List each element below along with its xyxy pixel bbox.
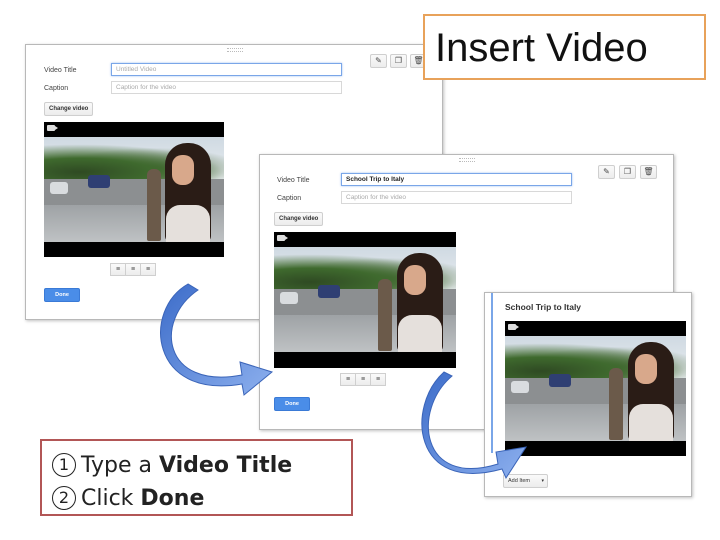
instruction-step-2: 2 Click Done bbox=[52, 482, 341, 515]
trash-icon[interactable]: 🗑 bbox=[640, 165, 657, 179]
alignment-controls: ≡ ≡ ≡ bbox=[110, 263, 156, 276]
video-title-input[interactable]: Untitled Video bbox=[111, 63, 342, 76]
video-title-label: Video Title bbox=[277, 177, 310, 184]
align-left-icon[interactable]: ≡ bbox=[340, 373, 356, 386]
drag-handle[interactable] bbox=[459, 158, 475, 162]
align-center-icon[interactable]: ≡ bbox=[355, 373, 371, 386]
caption-label: Caption bbox=[277, 195, 302, 202]
done-button[interactable]: Done bbox=[44, 288, 80, 302]
align-left-icon[interactable]: ≡ bbox=[110, 263, 126, 276]
video-camera-icon bbox=[277, 235, 288, 241]
pencil-icon[interactable]: ✎ bbox=[598, 165, 615, 179]
change-video-button[interactable]: Change video bbox=[274, 212, 324, 226]
video-title-label: Video Title bbox=[44, 67, 77, 74]
published-video-player[interactable] bbox=[505, 321, 686, 456]
caption-label: Caption bbox=[44, 85, 69, 92]
slide-title: Insert Video bbox=[435, 26, 648, 70]
step-number-1: 1 bbox=[52, 453, 76, 477]
video-camera-icon bbox=[508, 324, 519, 330]
step-2-bold: Done bbox=[140, 486, 205, 511]
step-number-2: 2 bbox=[52, 486, 76, 510]
step-1-text: Type a bbox=[81, 453, 159, 478]
alignment-controls: ≡ ≡ ≡ bbox=[340, 373, 386, 386]
change-video-button[interactable]: Change video bbox=[44, 102, 94, 116]
copy-icon[interactable]: ❐ bbox=[619, 165, 636, 179]
instructions-box: 1 Type a Video Title 2 Click Done bbox=[40, 439, 353, 516]
curved-arrow-icon bbox=[160, 283, 274, 396]
video-thumbnail[interactable] bbox=[44, 122, 224, 257]
video-title-input[interactable]: School Trip to Italy bbox=[341, 173, 572, 186]
drag-handle[interactable] bbox=[227, 48, 243, 52]
instruction-step-1: 1 Type a Video Title bbox=[52, 449, 341, 482]
align-right-icon[interactable]: ≡ bbox=[140, 263, 156, 276]
slide-title-box: Insert Video bbox=[423, 14, 706, 80]
curved-arrow-icon bbox=[421, 371, 528, 480]
copy-icon[interactable]: ❐ bbox=[390, 54, 407, 68]
step-1-bold: Video Title bbox=[159, 453, 293, 478]
caption-input[interactable]: Caption for the video bbox=[111, 81, 342, 94]
caption-input[interactable]: Caption for the video bbox=[341, 191, 572, 204]
step-2-text: Click bbox=[81, 486, 141, 511]
align-right-icon[interactable]: ≡ bbox=[370, 373, 386, 386]
pencil-icon[interactable]: ✎ bbox=[370, 54, 387, 68]
chevron-down-icon: ▾ bbox=[541, 478, 544, 484]
align-center-icon[interactable]: ≡ bbox=[125, 263, 141, 276]
published-video-title: School Trip to Italy bbox=[505, 302, 582, 312]
video-camera-icon bbox=[47, 125, 58, 131]
video-thumbnail[interactable] bbox=[274, 232, 456, 368]
